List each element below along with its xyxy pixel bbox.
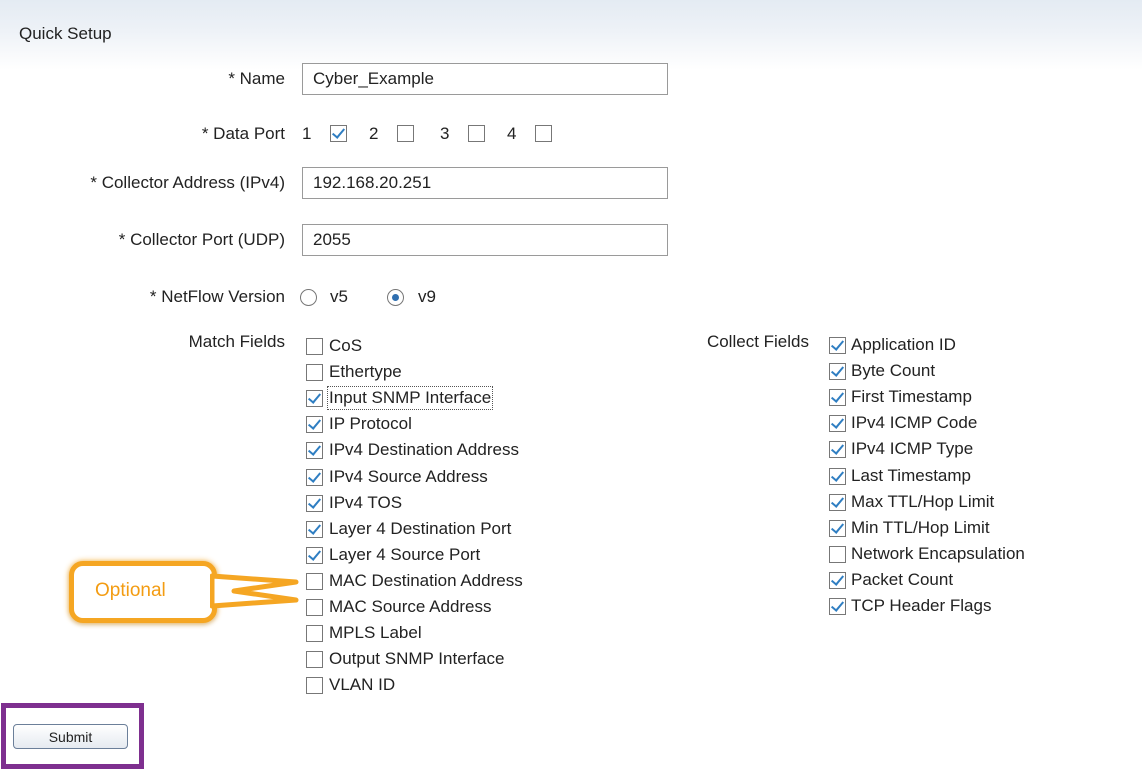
data-port-3-checkbox[interactable] [468, 125, 485, 142]
netflow-v5-radio[interactable] [300, 289, 317, 306]
match-field-label: MAC Source Address [329, 597, 492, 616]
match-field-label: Ethertype [329, 362, 402, 382]
match-field-label: VLAN ID [329, 675, 396, 695]
collect-field-checkbox[interactable] [829, 415, 846, 433]
collect-field-checkbox[interactable] [829, 598, 846, 615]
collector-port-input[interactable] [302, 224, 668, 256]
collect-field-label: Byte Count [851, 361, 936, 381]
match-field-checkbox[interactable] [306, 468, 323, 486]
collect-field-checkbox[interactable] [829, 545, 846, 563]
collector-port-label: * Collector Port (UDP) [118, 230, 285, 249]
collect-field-checkbox[interactable] [829, 337, 846, 354]
match-field-checkbox[interactable] [306, 390, 323, 408]
match-field-checkbox[interactable] [306, 364, 323, 382]
collect-field-label: Packet Count [851, 569, 954, 589]
match-field-label: CoS [329, 336, 363, 355]
match-field-label: IPv4 TOS [329, 492, 403, 512]
header-band [0, 0, 1142, 70]
netflow-version-label: * NetFlow Version [149, 287, 285, 306]
match-field-checkbox[interactable] [306, 546, 323, 564]
collect-field-label: IPv4 ICMP Type [851, 439, 974, 459]
collect-field-checkbox[interactable] [829, 441, 846, 459]
match-fields-label: Match Fields [188, 332, 285, 351]
match-field-checkbox[interactable] [306, 442, 323, 460]
collect-fields-label: Collect Fields [706, 332, 809, 351]
data-port-1-checkbox[interactable] [330, 125, 347, 142]
match-field-label: MAC Destination Address [329, 570, 523, 590]
match-field-label: IPv4 Source Address [329, 466, 488, 486]
match-field-checkbox[interactable] [306, 338, 323, 355]
match-field-checkbox[interactable] [306, 494, 323, 512]
collect-field-checkbox[interactable] [829, 519, 846, 537]
submit-button[interactable]: Submit [13, 724, 128, 749]
match-field-label: IPv4 Destination Address [329, 440, 519, 460]
collect-field-label: Network Encapsulation [851, 543, 1025, 563]
data-port-4-checkbox[interactable] [535, 125, 552, 142]
collect-field-checkbox[interactable] [829, 467, 846, 485]
collect-field-label: Last Timestamp [851, 465, 971, 485]
match-field-label: Output SNMP Interface [329, 649, 505, 669]
collect-field-label: Max TTL/Hop Limit [851, 491, 995, 511]
collect-field-checkbox[interactable] [829, 571, 846, 589]
match-field-label: IP Protocol [329, 414, 412, 434]
collect-field-label: IPv4 ICMP Code [851, 413, 978, 433]
netflow-v5-label: v5 [330, 287, 348, 306]
match-field-label: Layer 4 Destination Port [329, 518, 512, 538]
collect-field-label: Application ID [851, 335, 956, 354]
data-port-2-checkbox[interactable] [397, 125, 414, 142]
collect-field-checkbox[interactable] [829, 493, 846, 511]
collect-field-checkbox[interactable] [829, 363, 846, 381]
section-title: Quick Setup [19, 24, 112, 43]
netflow-v9-label: v9 [418, 287, 436, 306]
callout-pointer-icon [210, 573, 299, 609]
name-input[interactable] [302, 63, 668, 95]
collect-field-label: First Timestamp [851, 387, 972, 407]
match-field-label: MPLS Label [329, 623, 422, 643]
match-field-checkbox[interactable] [306, 677, 323, 695]
data-port-1-label: 1 [302, 124, 312, 143]
data-port-3-label: 3 [440, 124, 450, 143]
collect-field-label: TCP Header Flags [851, 596, 992, 615]
match-field-checkbox[interactable] [306, 625, 323, 643]
collector-address-input[interactable] [302, 167, 668, 199]
netflow-v9-radio[interactable] [387, 289, 404, 306]
data-port-2-label: 2 [369, 124, 379, 143]
match-field-checkbox[interactable] [306, 520, 323, 538]
match-field-label: Input SNMP Interface [326, 386, 494, 411]
match-field-checkbox[interactable] [306, 572, 323, 590]
match-field-checkbox[interactable] [306, 416, 323, 434]
name-label: * Name [228, 69, 285, 88]
match-field-checkbox[interactable] [306, 651, 323, 669]
optional-callout-text: Optional [95, 580, 166, 601]
match-field-label: Layer 4 Source Port [329, 544, 481, 564]
collect-field-label: Min TTL/Hop Limit [851, 517, 990, 537]
data-port-label: * Data Port [201, 124, 285, 143]
collector-address-label: * Collector Address (IPv4) [90, 173, 285, 192]
collect-field-checkbox[interactable] [829, 389, 846, 407]
match-field-checkbox[interactable] [306, 599, 323, 616]
data-port-4-label: 4 [507, 124, 517, 143]
